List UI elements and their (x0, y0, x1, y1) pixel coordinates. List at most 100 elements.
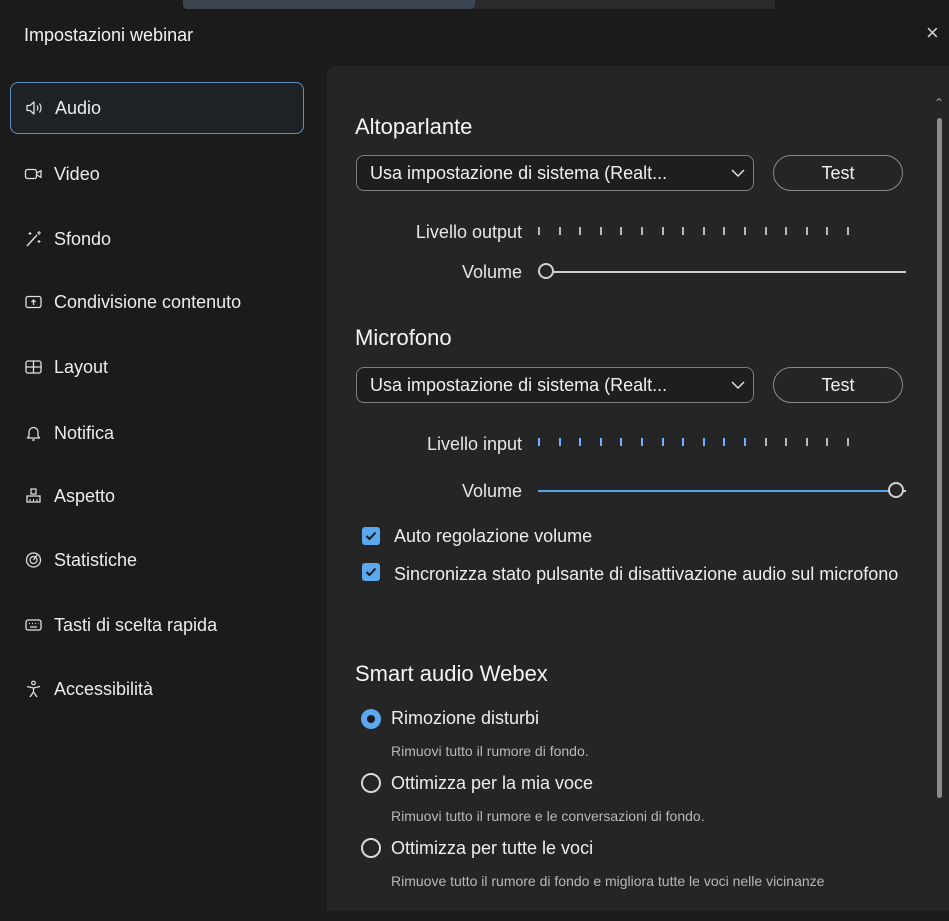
close-icon[interactable]: × (926, 22, 939, 44)
radio-optimize-all-voices-desc: Rimuove tutto il rumore di fondo e migli… (391, 873, 825, 889)
level-tick (847, 438, 849, 446)
chevron-down-icon (723, 380, 753, 390)
sidebar-item-layout[interactable]: Layout (10, 341, 304, 393)
level-tick (847, 227, 849, 235)
sidebar-item-label: Aspetto (54, 485, 116, 506)
scrollbar-thumb[interactable] (937, 118, 942, 798)
level-tick (558, 227, 561, 235)
microphone-device-value: Usa impostazione di sistema (Realt... (370, 374, 668, 395)
output-level-label: Livello output (415, 222, 522, 242)
level-tick (661, 227, 664, 235)
radio-optimize-my-voice-label[interactable]: Ottimizza per la mia voce (391, 773, 593, 794)
radio-optimize-all-voices-label[interactable]: Ottimizza per tutte le voci (391, 838, 593, 859)
sync-mute-checkbox[interactable] (362, 563, 380, 581)
level-tick (538, 438, 540, 446)
microphone-volume-slider[interactable] (538, 481, 908, 501)
sidebar-item-label: Statistiche (54, 549, 138, 570)
scroll-up-icon[interactable]: ⌃ (932, 96, 946, 114)
level-tick (702, 227, 705, 235)
slider-track (538, 271, 906, 273)
sidebar-item-label: Notifica (54, 422, 115, 443)
radio-optimize-all-voices[interactable] (361, 838, 381, 858)
background-window-strip (0, 0, 949, 10)
sidebar-item-statistics[interactable]: Statistiche (10, 534, 304, 586)
level-tick (764, 438, 767, 446)
level-tick (579, 438, 582, 446)
magic-wand-icon (24, 229, 46, 249)
radio-noise-removal-label[interactable]: Rimozione disturbi (391, 708, 539, 729)
scrollbar[interactable]: ⌃ (932, 96, 946, 911)
level-tick (744, 438, 746, 446)
level-tick (723, 438, 726, 446)
stats-gauge-icon (24, 550, 46, 570)
sidebar-item-shortcuts[interactable]: Tasti di scelta rapida (10, 599, 304, 651)
sidebar-item-label: Audio (55, 97, 102, 118)
level-tick (558, 438, 561, 446)
microphone-device-select[interactable]: Usa impostazione di sistema (Realt... (356, 367, 754, 403)
sidebar-item-video[interactable]: Video (10, 148, 304, 200)
sidebar-item-accessibility[interactable]: Accessibilità (10, 663, 304, 715)
sidebar-item-background[interactable]: Sfondo (10, 213, 304, 265)
level-tick (805, 227, 808, 235)
slider-fill (538, 490, 888, 492)
smart-audio-heading: Smart audio Webex (355, 661, 548, 686)
slider-knob[interactable] (538, 263, 554, 279)
level-tick (599, 227, 602, 235)
input-level-meter (538, 438, 868, 448)
microphone-volume-label: Volume (461, 481, 522, 501)
layout-grid-icon (24, 357, 46, 377)
speaker-test-button[interactable]: Test (773, 155, 903, 191)
level-tick (641, 227, 643, 235)
speaker-icon (25, 98, 47, 118)
sidebar-item-label: Video (54, 163, 100, 184)
input-level-label: Livello input (426, 434, 522, 454)
speaker-heading: Altoparlante (355, 114, 473, 139)
microphone-test-button[interactable]: Test (773, 367, 903, 403)
sidebar-item-content-sharing[interactable]: Condivisione contenuto (10, 276, 304, 328)
radio-noise-removal[interactable] (361, 709, 381, 729)
auto-volume-label[interactable]: Auto regolazione volume (394, 524, 592, 548)
sidebar-item-notifications[interactable]: Notifica (10, 407, 304, 459)
chevron-down-icon (723, 168, 753, 178)
level-tick (826, 438, 829, 446)
auto-volume-checkbox[interactable] (362, 527, 380, 545)
level-tick (538, 227, 540, 235)
level-tick (723, 227, 726, 235)
level-tick (764, 227, 767, 235)
level-tick (620, 438, 623, 446)
background-tab-dark (475, 0, 775, 9)
checkmark-icon (365, 567, 377, 577)
speaker-volume-slider[interactable] (538, 262, 908, 282)
level-tick (702, 438, 705, 446)
level-tick (785, 438, 788, 446)
sidebar-item-appearance[interactable]: Aspetto (10, 470, 304, 522)
level-tick (620, 227, 623, 235)
brush-icon (24, 486, 46, 506)
output-level-meter (538, 227, 868, 237)
dialog-title: Impostazioni webinar (24, 25, 194, 45)
sidebar-item-label: Accessibilità (54, 678, 154, 699)
level-tick (785, 227, 788, 235)
accessibility-icon (24, 679, 46, 699)
level-tick (682, 438, 685, 446)
speaker-device-value: Usa impostazione di sistema (Realt... (370, 162, 668, 183)
sync-mute-label[interactable]: Sincronizza stato pulsante di disattivaz… (394, 562, 904, 586)
bell-icon (24, 423, 46, 443)
level-tick (579, 227, 582, 235)
level-tick (599, 438, 602, 446)
sidebar-item-label: Sfondo (54, 228, 112, 249)
sidebar-item-audio[interactable]: Audio (10, 82, 304, 134)
sidebar-item-label: Condivisione contenuto (54, 291, 242, 312)
keyboard-icon (24, 615, 46, 635)
level-tick (661, 438, 664, 446)
level-tick (641, 438, 643, 446)
sidebar-item-label: Layout (54, 356, 109, 377)
level-tick (826, 227, 829, 235)
speaker-device-select[interactable]: Usa impostazione di sistema (Realt... (356, 155, 754, 191)
video-camera-icon (24, 164, 46, 184)
radio-optimize-my-voice[interactable] (361, 773, 381, 793)
radio-optimize-my-voice-desc: Rimuovi tutto il rumore e le conversazio… (391, 808, 705, 824)
sidebar-item-label: Tasti di scelta rapida (54, 614, 218, 635)
speaker-volume-label: Volume (461, 262, 522, 282)
slider-knob[interactable] (888, 482, 904, 498)
